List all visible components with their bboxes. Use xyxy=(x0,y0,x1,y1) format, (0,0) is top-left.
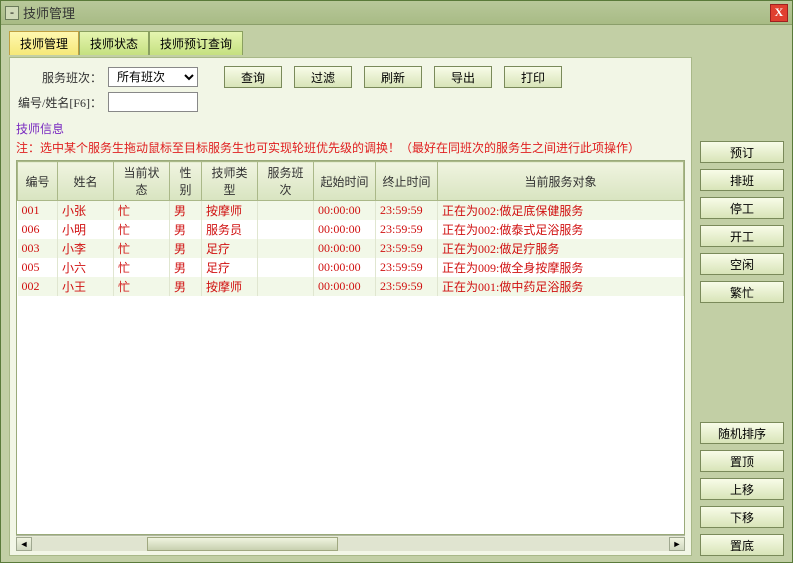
cell-end: 23:59:59 xyxy=(376,201,438,221)
cell-name: 小王 xyxy=(58,277,114,296)
busy-button[interactable]: 繁忙 xyxy=(700,281,784,303)
id-label: 编号/姓名[F6]： xyxy=(16,94,102,111)
cell-target: 正在为002:做足底保健服务 xyxy=(438,201,684,221)
technician-table: 编号 姓名 当前状态 性别 技师类型 服务班次 起始时间 终止时间 当前服务对象… xyxy=(17,161,684,296)
fieldset-legend: 技师信息 xyxy=(16,120,685,137)
start-button[interactable]: 开工 xyxy=(700,225,784,247)
table-row[interactable]: 001小张忙男按摩师 00:00:0023:59:59正在为002:做足底保健服务 xyxy=(18,201,684,221)
cell-sex: 男 xyxy=(170,258,202,277)
col-header-id[interactable]: 编号 xyxy=(18,162,58,201)
col-header-name[interactable]: 姓名 xyxy=(58,162,114,201)
cell-type: 足疗 xyxy=(202,258,258,277)
table-row[interactable]: 005小六忙男足疗 00:00:0023:59:59正在为009:做全身按摩服务 xyxy=(18,258,684,277)
cell-shift xyxy=(258,220,314,239)
schedule-button[interactable]: 排班 xyxy=(700,169,784,191)
h-scrollbar: ◄ ► xyxy=(16,535,685,551)
cell-name: 小明 xyxy=(58,220,114,239)
top-button[interactable]: 置顶 xyxy=(700,450,784,472)
tab-technician-mgmt[interactable]: 技师管理 xyxy=(9,31,79,55)
cell-state: 忙 xyxy=(114,239,170,258)
table-row[interactable]: 002小王忙男按摩师 00:00:0023:59:59正在为001:做中药足浴服务 xyxy=(18,277,684,296)
bottom-button[interactable]: 置底 xyxy=(700,534,784,556)
cell-end: 23:59:59 xyxy=(376,239,438,258)
cell-start: 00:00:00 xyxy=(314,201,376,221)
id-name-input[interactable] xyxy=(108,92,198,112)
cell-id: 002 xyxy=(18,277,58,296)
col-header-shift[interactable]: 服务班次 xyxy=(258,162,314,201)
cell-sex: 男 xyxy=(170,277,202,296)
query-button[interactable]: 查询 xyxy=(224,66,282,88)
cell-shift xyxy=(258,277,314,296)
col-header-end[interactable]: 终止时间 xyxy=(376,162,438,201)
tab-technician-state[interactable]: 技师状态 xyxy=(79,31,149,55)
book-button[interactable]: 预订 xyxy=(700,141,784,163)
cell-type: 按摩师 xyxy=(202,277,258,296)
cell-type: 服务员 xyxy=(202,220,258,239)
col-header-sex[interactable]: 性别 xyxy=(170,162,202,201)
scroll-right-icon[interactable]: ► xyxy=(669,537,685,551)
cell-state: 忙 xyxy=(114,201,170,221)
cell-type: 按摩师 xyxy=(202,201,258,221)
col-header-state[interactable]: 当前状态 xyxy=(114,162,170,201)
cell-start: 00:00:00 xyxy=(314,277,376,296)
random-sort-button[interactable]: 随机排序 xyxy=(700,422,784,444)
move-down-button[interactable]: 下移 xyxy=(700,506,784,528)
idle-button[interactable]: 空闲 xyxy=(700,253,784,275)
cell-id: 005 xyxy=(18,258,58,277)
close-icon[interactable]: X xyxy=(770,4,788,22)
cell-id: 003 xyxy=(18,239,58,258)
cell-state: 忙 xyxy=(114,258,170,277)
cell-sex: 男 xyxy=(170,201,202,221)
cell-target: 正在为001:做中药足浴服务 xyxy=(438,277,684,296)
refresh-button[interactable]: 刷新 xyxy=(364,66,422,88)
cell-end: 23:59:59 xyxy=(376,220,438,239)
cell-end: 23:59:59 xyxy=(376,277,438,296)
scroll-thumb[interactable] xyxy=(147,537,338,551)
scroll-left-icon[interactable]: ◄ xyxy=(16,537,32,551)
technician-table-wrapper: 编号 姓名 当前状态 性别 技师类型 服务班次 起始时间 终止时间 当前服务对象… xyxy=(16,160,685,535)
window-title: 技师管理 xyxy=(23,3,770,22)
print-button[interactable]: 打印 xyxy=(504,66,562,88)
tab-bar: 技师管理 技师状态 技师预订查询 xyxy=(9,31,692,55)
col-header-target[interactable]: 当前服务对象 xyxy=(438,162,684,201)
cell-end: 23:59:59 xyxy=(376,258,438,277)
cell-shift xyxy=(258,201,314,221)
side-action-column: 预订 排班 停工 开工 空闲 繁忙 随机排序 置顶 上移 下移 置底 xyxy=(700,31,784,556)
table-row[interactable]: 003小李忙男足疗 00:00:0023:59:59正在为002:做足疗服务 xyxy=(18,239,684,258)
col-header-type[interactable]: 技师类型 xyxy=(202,162,258,201)
table-row[interactable]: 006小明忙男服务员 00:00:0023:59:59正在为002:做泰式足浴服务 xyxy=(18,220,684,239)
cell-target: 正在为009:做全身按摩服务 xyxy=(438,258,684,277)
cell-shift xyxy=(258,239,314,258)
note-text: 注：选中某个服务生拖动鼠标至目标服务生也可实现轮班优先级的调换！（最好在同班次的… xyxy=(16,139,685,156)
titlebar: - 技师管理 X xyxy=(1,1,792,25)
filter-button[interactable]: 过滤 xyxy=(294,66,352,88)
content-frame: 服务班次： 所有班次 查询 过滤 刷新 导出 打印 编号/姓名[F6]： 技师信… xyxy=(9,57,692,556)
cell-shift xyxy=(258,258,314,277)
cell-start: 00:00:00 xyxy=(314,258,376,277)
scroll-track[interactable] xyxy=(32,537,669,551)
cell-id: 001 xyxy=(18,201,58,221)
minimize-icon[interactable]: - xyxy=(5,6,19,20)
cell-name: 小李 xyxy=(58,239,114,258)
cell-target: 正在为002:做足疗服务 xyxy=(438,239,684,258)
cell-sex: 男 xyxy=(170,220,202,239)
shift-select[interactable]: 所有班次 xyxy=(108,67,198,87)
col-header-start[interactable]: 起始时间 xyxy=(314,162,376,201)
move-up-button[interactable]: 上移 xyxy=(700,478,784,500)
cell-type: 足疗 xyxy=(202,239,258,258)
tab-technician-booking-query[interactable]: 技师预订查询 xyxy=(149,31,243,55)
export-button[interactable]: 导出 xyxy=(434,66,492,88)
cell-state: 忙 xyxy=(114,220,170,239)
cell-start: 00:00:00 xyxy=(314,239,376,258)
cell-id: 006 xyxy=(18,220,58,239)
shift-label: 服务班次： xyxy=(16,69,102,86)
cell-target: 正在为002:做泰式足浴服务 xyxy=(438,220,684,239)
cell-state: 忙 xyxy=(114,277,170,296)
cell-name: 小张 xyxy=(58,201,114,221)
cell-start: 00:00:00 xyxy=(314,220,376,239)
stop-button[interactable]: 停工 xyxy=(700,197,784,219)
cell-name: 小六 xyxy=(58,258,114,277)
cell-sex: 男 xyxy=(170,239,202,258)
